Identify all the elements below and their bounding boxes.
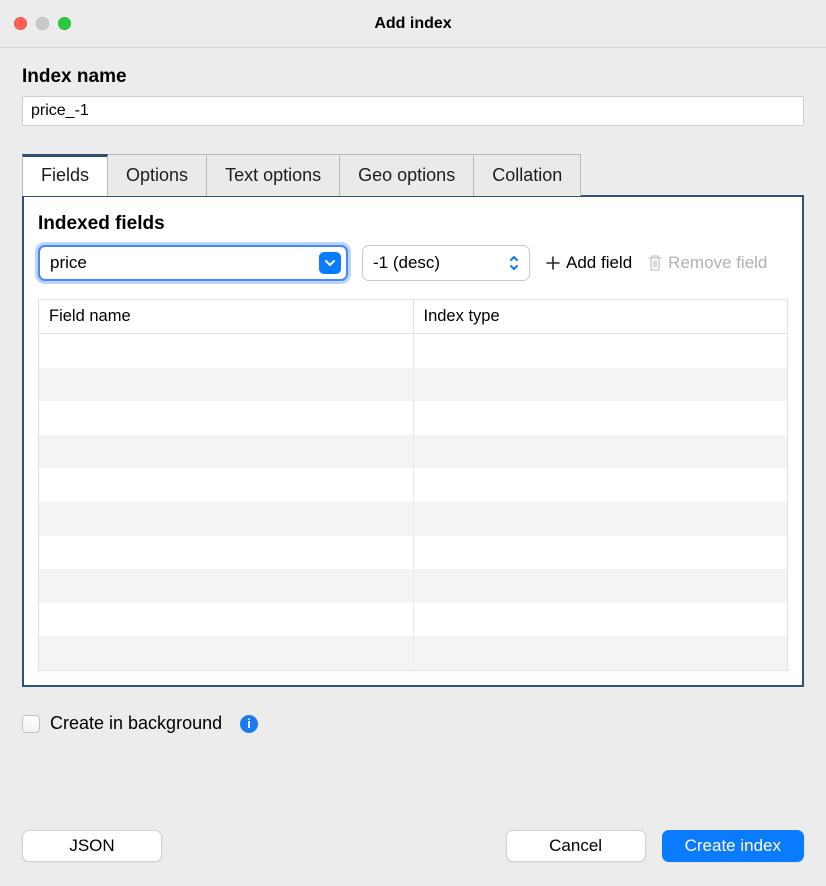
tab-options[interactable]: Options <box>107 154 207 196</box>
column-field-name[interactable]: Field name <box>39 300 414 333</box>
table-row <box>39 536 787 570</box>
index-type-dropdown-button[interactable] <box>504 251 524 275</box>
create-index-button-label: Create index <box>685 836 781 856</box>
chevron-down-icon <box>324 258 336 268</box>
button-bar: JSON Cancel Create index <box>22 830 804 862</box>
table-body <box>39 334 787 670</box>
tab-text-options[interactable]: Text options <box>206 154 340 196</box>
json-button[interactable]: JSON <box>22 830 162 862</box>
window-title: Add index <box>0 15 826 33</box>
add-field-button[interactable]: Add field <box>544 253 632 273</box>
table-row <box>39 603 787 637</box>
indexed-fields-heading: Indexed fields <box>38 213 788 235</box>
table-header: Field name Index type <box>39 300 787 334</box>
add-field-label: Add field <box>566 253 632 273</box>
tab-collation[interactable]: Collation <box>473 154 581 196</box>
tab-panel-fields: Indexed fields -1 (desc) <box>22 195 804 687</box>
index-name-label: Index name <box>22 66 804 88</box>
index-type-value: -1 (desc) <box>363 253 476 273</box>
cancel-button-label: Cancel <box>549 836 602 856</box>
indexed-fields-table: Field name Index type <box>38 299 788 671</box>
tabs: Fields Options Text options Geo options … <box>22 154 804 196</box>
column-index-type[interactable]: Index type <box>414 300 788 333</box>
trash-icon <box>646 254 664 272</box>
tab-fields[interactable]: Fields <box>22 154 108 196</box>
table-row <box>39 435 787 469</box>
index-type-combobox[interactable]: -1 (desc) <box>362 245 530 281</box>
table-row <box>39 401 787 435</box>
table-row <box>39 368 787 402</box>
tab-geo-options[interactable]: Geo options <box>339 154 474 196</box>
table-row <box>39 468 787 502</box>
remove-field-button: Remove field <box>646 253 767 273</box>
table-row <box>39 569 787 603</box>
plus-icon <box>544 254 562 272</box>
info-icon[interactable]: i <box>240 715 258 733</box>
field-name-combobox[interactable] <box>38 245 348 281</box>
field-name-dropdown-button[interactable] <box>319 252 341 274</box>
table-row <box>39 502 787 536</box>
create-index-button[interactable]: Create index <box>662 830 804 862</box>
table-row <box>39 334 787 368</box>
create-in-background-label: Create in background <box>50 713 222 734</box>
remove-field-label: Remove field <box>668 253 767 273</box>
titlebar: Add index <box>0 0 826 48</box>
field-name-input[interactable] <box>40 247 346 279</box>
cancel-button[interactable]: Cancel <box>506 830 646 862</box>
index-name-input[interactable] <box>22 96 804 126</box>
create-in-background-checkbox[interactable] <box>22 715 40 733</box>
json-button-label: JSON <box>69 836 114 856</box>
updown-chevron-icon <box>508 254 520 272</box>
table-row <box>39 636 787 670</box>
